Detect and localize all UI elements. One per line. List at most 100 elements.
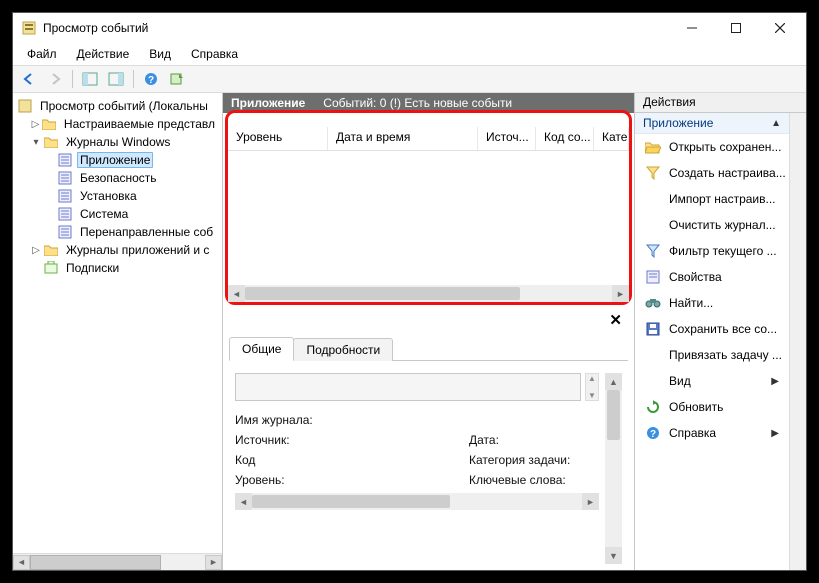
log-subtitle: Событий: 0 (!) Есть новые событи <box>323 96 512 110</box>
tree-subscriptions[interactable]: Подписки <box>17 259 222 277</box>
tree-app-services-logs[interactable]: ▷ Журналы приложений и с <box>17 241 222 259</box>
label-logname: Имя журнала: <box>235 413 365 427</box>
menubar: Файл Действие Вид Справка <box>13 43 806 65</box>
log-icon <box>57 170 73 186</box>
menu-view[interactable]: Вид <box>139 45 181 63</box>
help-icon: ? <box>645 425 661 441</box>
app-window: Просмотр событий Файл Действие Вид Справ… <box>12 12 807 571</box>
col-category[interactable]: Катег <box>594 127 629 150</box>
tree-log-system[interactable]: Система <box>17 205 222 223</box>
binoculars-icon <box>645 295 661 311</box>
filter-icon <box>645 243 661 259</box>
folder-icon <box>42 116 57 132</box>
action-refresh[interactable]: Обновить <box>635 394 789 420</box>
events-horizontal-scrollbar[interactable]: ◄► <box>228 285 629 302</box>
maximize-button[interactable] <box>714 13 758 43</box>
action-view-submenu[interactable]: Вид ▶ <box>635 368 789 394</box>
titlebar[interactable]: Просмотр событий <box>13 13 806 43</box>
expand-icon[interactable]: ▷ <box>29 245 43 256</box>
close-details-button[interactable]: ✕ <box>605 311 626 329</box>
menu-help[interactable]: Справка <box>181 45 248 63</box>
toolbar: ? <box>13 65 806 93</box>
action-find[interactable]: Найти... <box>635 290 789 316</box>
action-help[interactable]: ? Справка ▶ <box>635 420 789 446</box>
svg-text:?: ? <box>650 429 656 440</box>
events-grid-header: Уровень Дата и время Источ... Код со... … <box>228 127 629 151</box>
tab-details[interactable]: Подробности <box>293 338 393 361</box>
close-button[interactable] <box>758 13 802 43</box>
event-description[interactable] <box>235 373 581 401</box>
col-level[interactable]: Уровень <box>228 127 328 150</box>
actions-vertical-scrollbar[interactable] <box>789 113 806 570</box>
tree-horizontal-scrollbar[interactable]: ◄► <box>13 553 222 570</box>
menu-action[interactable]: Действие <box>67 45 140 63</box>
back-button[interactable] <box>17 68 41 90</box>
eventviewer-icon <box>17 98 33 114</box>
blank-icon <box>645 217 661 233</box>
forward-button[interactable] <box>43 68 67 90</box>
subscriptions-icon <box>43 260 59 276</box>
tree-log-setup[interactable]: Установка <box>17 187 222 205</box>
action-properties[interactable]: Свойства <box>635 264 789 290</box>
app-icon <box>21 20 37 36</box>
log-icon <box>57 206 73 222</box>
log-title: Приложение <box>231 96 305 110</box>
tree-log-security[interactable]: Безопасность <box>17 169 222 187</box>
collapse-icon[interactable]: ▾ <box>29 137 43 148</box>
menu-file[interactable]: Файл <box>17 45 67 63</box>
description-scrollbar[interactable]: ▲▼ <box>585 373 599 401</box>
label-eventid: Код <box>235 453 365 467</box>
blank-icon <box>645 347 661 363</box>
log-icon <box>57 224 73 240</box>
actions-group-header[interactable]: Приложение ▲ <box>635 113 789 134</box>
action-create-custom-view[interactable]: Создать настраива... <box>635 160 789 186</box>
refresh-button[interactable] <box>165 68 189 90</box>
show-hide-actions-button[interactable] <box>104 68 128 90</box>
tree-log-application[interactable]: Приложение <box>17 151 222 169</box>
log-icon <box>57 188 73 204</box>
actions-title: Действия <box>635 93 806 113</box>
show-hide-tree-button[interactable] <box>78 68 102 90</box>
chevron-right-icon: ▶ <box>771 376 779 387</box>
col-source[interactable]: Источ... <box>478 127 536 150</box>
col-eventid[interactable]: Код со... <box>536 127 594 150</box>
action-attach-task[interactable]: Привязать задачу ... <box>635 342 789 368</box>
col-datetime[interactable]: Дата и время <box>328 127 478 150</box>
action-save-all-events[interactable]: Сохранить все со... <box>635 316 789 342</box>
tab-general[interactable]: Общие <box>229 337 294 361</box>
action-clear-log[interactable]: Очистить журнал... <box>635 212 789 238</box>
details-vertical-scrollbar[interactable]: ▲▼ <box>605 373 622 564</box>
blank-icon <box>645 373 661 389</box>
log-icon <box>57 152 73 168</box>
tree-log-forwarded[interactable]: Перенаправленные соб <box>17 223 222 241</box>
center-pane: Приложение Событий: 0 (!) Есть новые соб… <box>223 93 634 570</box>
details-horizontal-scrollbar[interactable]: ◄► <box>235 493 599 510</box>
action-filter-current-log[interactable]: Фильтр текущего ... <box>635 238 789 264</box>
tree-windows-logs[interactable]: ▾ Журналы Windows <box>17 133 222 151</box>
properties-icon <box>645 269 661 285</box>
tree-root[interactable]: Просмотр событий (Локальны <box>17 97 222 115</box>
expand-icon[interactable]: ▷ <box>29 119 42 130</box>
tree-pane: Просмотр событий (Локальны ▷ Настраиваем… <box>13 93 223 570</box>
action-import-custom-view[interactable]: Импорт настраив... <box>635 186 789 212</box>
events-grid-body[interactable] <box>228 151 629 285</box>
details-panel: ▲▼ Имя журнала: Источник: Дата: Код Кате… <box>229 367 628 564</box>
action-open-saved-log[interactable]: Открыть сохранен... <box>635 134 789 160</box>
label-keywords: Ключевые слова: <box>469 473 599 487</box>
label-taskcategory: Категория задачи: <box>469 453 599 467</box>
window-title: Просмотр событий <box>43 21 148 35</box>
save-icon <box>645 321 661 337</box>
minimize-button[interactable] <box>670 13 714 43</box>
events-grid: Уровень Дата и время Источ... Код со... … <box>225 110 632 305</box>
folder-icon <box>43 242 59 258</box>
open-folder-icon <box>645 139 661 155</box>
funnel-icon <box>645 165 661 181</box>
tree-custom-views[interactable]: ▷ Настраиваемые представл <box>17 115 222 133</box>
help-button[interactable]: ? <box>139 68 163 90</box>
collapse-icon[interactable]: ▲ <box>771 118 781 129</box>
details-tabs: Общие Подробности <box>229 331 628 361</box>
main-content: Просмотр событий (Локальны ▷ Настраиваем… <box>13 93 806 570</box>
blank-icon <box>645 191 661 207</box>
folder-icon <box>43 134 59 150</box>
svg-text:?: ? <box>148 75 154 86</box>
